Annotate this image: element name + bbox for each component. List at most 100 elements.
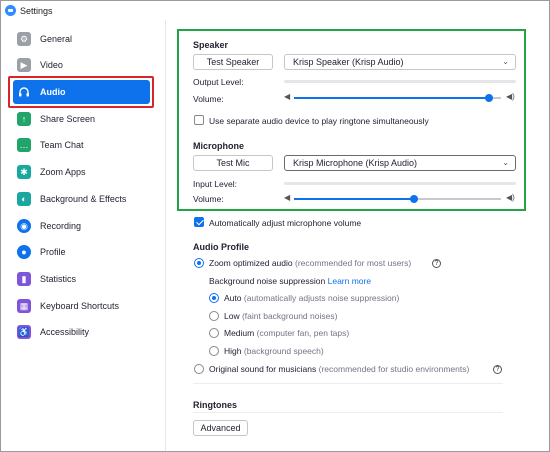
accessibility-icon: ♿ (17, 325, 31, 339)
noise-option-label: High (224, 346, 242, 356)
chevron-down-icon: ⌄ (502, 158, 509, 167)
speaker-volume-label: Volume: (193, 94, 224, 104)
sidebar-item-label: Accessibility (40, 327, 90, 337)
statistics-icon: ▮ (17, 272, 31, 286)
input-level-meter (284, 182, 516, 185)
sidebar-item-label: Keyboard Shortcuts (40, 301, 120, 311)
zoom-optimized-label: Zoom optimized audio (209, 258, 293, 268)
microphone-device-select[interactable]: Krisp Microphone (Krisp Audio) ⌄ (284, 155, 516, 171)
advanced-button[interactable]: Advanced (193, 420, 248, 436)
gear-icon: ⚙ (17, 32, 31, 46)
slider-knob[interactable] (410, 195, 419, 203)
volume-high-icon: ◀) (506, 193, 515, 202)
noise-option-hint: (background speech) (243, 346, 324, 356)
microphone-device-value: Krisp Microphone (Krisp Audio) (293, 158, 418, 168)
sidebar-item-statistics[interactable]: ▮ Statistics (13, 267, 150, 291)
window-title: Settings (20, 5, 53, 16)
share-screen-icon: ↑ (17, 112, 31, 126)
noise-option-label: Auto (224, 293, 242, 303)
microphone-volume-slider[interactable] (294, 195, 501, 203)
help-icon[interactable]: ? (432, 259, 441, 268)
volume-low-icon: ◀ (284, 193, 291, 202)
noise-auto-radio[interactable] (209, 293, 219, 303)
zoom-optimized-option: Zoom optimized audio (recommended for mo… (209, 258, 411, 268)
noise-option-label: Low (224, 311, 240, 321)
original-sound-label: Original sound for musicians (209, 364, 317, 374)
learn-more-link[interactable]: Learn more (328, 276, 371, 286)
divider (193, 412, 503, 413)
ringtones-title: Ringtones (193, 400, 237, 410)
output-level-label: Output Level: (193, 77, 244, 87)
speaker-volume-slider[interactable] (294, 94, 501, 102)
volume-high-icon: ◀) (506, 92, 515, 101)
auto-adjust-checkbox[interactable] (194, 217, 204, 227)
sidebar-item-keyboard-shortcuts[interactable]: ▦ Keyboard Shortcuts (13, 294, 150, 318)
zoom-app-icon (5, 5, 16, 16)
sidebar-item-label: General (40, 34, 73, 44)
audio-profile-title: Audio Profile (193, 242, 249, 252)
noise-medium-radio[interactable] (209, 328, 219, 338)
auto-adjust-label: Automatically adjust microphone volume (209, 218, 362, 228)
settings-window: Settings ⚙ General ▶ Video Audio ↑ Share… (0, 0, 550, 452)
speaker-section-title: Speaker (193, 40, 229, 50)
zoom-optimized-hint: (recommended for most users) (295, 258, 412, 268)
noise-high-radio[interactable] (209, 346, 219, 356)
audio-highlight-box (8, 76, 154, 108)
volume-low-icon: ◀ (284, 92, 291, 101)
noise-suppression-row: Background noise suppression Learn more (209, 276, 371, 286)
separate-ringtone-checkbox[interactable] (194, 115, 204, 125)
test-mic-button[interactable]: Test Mic (193, 155, 273, 171)
noise-medium-option: Medium (computer fan, pen taps) (224, 328, 349, 338)
input-level-label: Input Level: (193, 179, 237, 189)
background-icon: ◐ (17, 192, 31, 206)
microphone-section-title: Microphone (193, 141, 244, 151)
noise-option-hint: (faint background noises) (241, 311, 338, 321)
sidebar-item-label: Share Screen (40, 114, 96, 124)
noise-option-label: Medium (224, 328, 255, 338)
sidebar-item-team-chat[interactable]: … Team Chat (13, 133, 150, 157)
sidebar-item-label: Background & Effects (40, 194, 127, 204)
profile-icon: ● (17, 245, 31, 259)
zoom-optimized-radio[interactable] (194, 258, 204, 268)
microphone-volume-label: Volume: (193, 194, 224, 204)
sidebar-item-label: Profile (40, 247, 66, 257)
sidebar-item-label: Team Chat (40, 140, 84, 150)
chat-icon: … (17, 138, 31, 152)
recording-icon: ◉ (17, 219, 31, 233)
noise-high-option: High (background speech) (224, 346, 324, 356)
sidebar-item-label: Video (40, 60, 63, 70)
slider-knob[interactable] (484, 94, 493, 102)
sidebar-item-zoom-apps[interactable]: ✱ Zoom Apps (13, 160, 150, 184)
noise-low-radio[interactable] (209, 311, 219, 321)
apps-icon: ✱ (17, 165, 31, 179)
sidebar-item-general[interactable]: ⚙ General (13, 27, 150, 51)
sidebar-item-label: Recording (40, 221, 82, 231)
noise-low-option: Low (faint background noises) (224, 311, 337, 321)
sidebar-item-profile[interactable]: ● Profile (13, 240, 150, 264)
keyboard-icon: ▦ (17, 299, 31, 313)
chevron-down-icon: ⌄ (502, 57, 509, 66)
sidebar-item-label: Statistics (40, 274, 77, 284)
sidebar-item-background-effects[interactable]: ◐ Background & Effects (13, 187, 150, 211)
separate-ringtone-label: Use separate audio device to play ringto… (209, 116, 429, 126)
sidebar-item-recording[interactable]: ◉ Recording (13, 214, 150, 238)
divider (193, 383, 503, 384)
scrollbar[interactable] (537, 20, 549, 451)
sidebar-item-video[interactable]: ▶ Video (13, 53, 150, 77)
original-sound-hint: (recommended for studio environments) (318, 364, 470, 374)
sidebar-item-accessibility[interactable]: ♿ Accessibility (13, 320, 150, 344)
help-icon[interactable]: ? (493, 365, 502, 374)
test-speaker-button[interactable]: Test Speaker (193, 54, 273, 70)
speaker-device-select[interactable]: Krisp Speaker (Krisp Audio) ⌄ (284, 54, 516, 70)
original-sound-radio[interactable] (194, 364, 204, 374)
output-level-meter (284, 80, 516, 83)
speaker-device-value: Krisp Speaker (Krisp Audio) (293, 57, 404, 67)
noise-suppression-label: Background noise suppression (209, 276, 326, 286)
sidebar-item-share-screen[interactable]: ↑ Share Screen (13, 107, 150, 131)
noise-option-hint: (automatically adjusts noise suppression… (243, 293, 400, 303)
sidebar-item-label: Zoom Apps (40, 167, 86, 177)
video-icon: ▶ (17, 58, 31, 72)
slider-fill (294, 97, 489, 99)
slider-fill (294, 198, 415, 200)
noise-option-hint: (computer fan, pen taps) (256, 328, 350, 338)
